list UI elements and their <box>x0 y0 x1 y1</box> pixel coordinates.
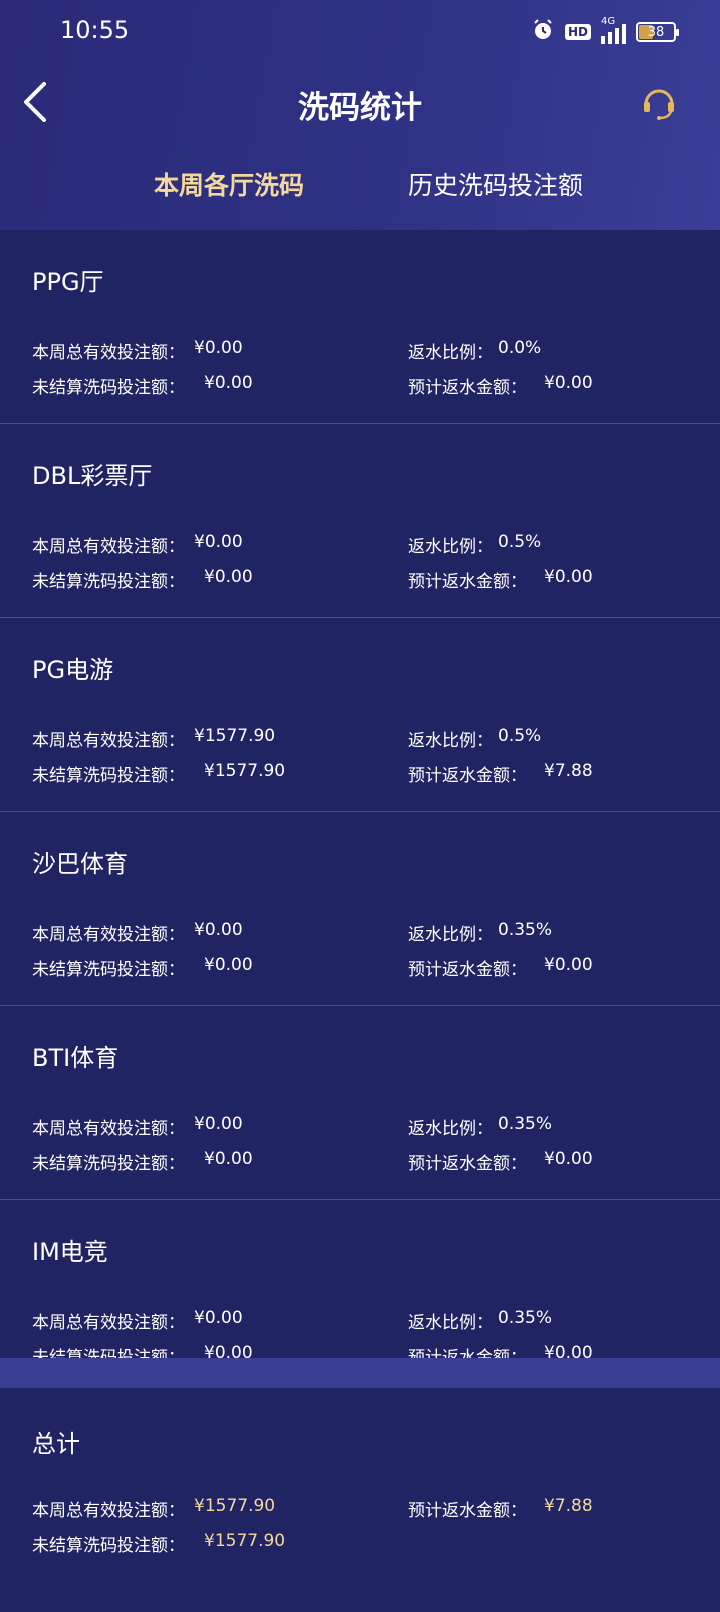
estimated-rebate-value: ¥0.00 <box>544 1343 593 1358</box>
weekly-valid-bet-value: ¥1577.90 <box>194 726 276 746</box>
unsettled-bet-value: ¥0.00 <box>204 1149 253 1169</box>
weekly-valid-bet-label: 本周总有效投注额： <box>32 925 185 945</box>
hall-card: PG电游 本周总有效投注额： ¥1577.90 未结算洗码投注额： ¥1577.… <box>0 618 720 812</box>
weekly-valid-bet-label: 本周总有效投注额： <box>32 1119 185 1139</box>
hall-card: BTI体育 本周总有效投注额： ¥0.00 未结算洗码投注额： ¥0.00 返水… <box>0 1006 720 1200</box>
estimated-rebate-value: ¥0.00 <box>544 1149 593 1169</box>
rebate-ratio-value: 0.35% <box>498 1114 553 1134</box>
weekly-valid-bet-value: ¥0.00 <box>194 1308 243 1328</box>
estimated-rebate-label: 预计返水金额： <box>408 960 527 980</box>
unsettled-bet-value: ¥0.00 <box>204 1343 253 1358</box>
unsettled-bet-label: 未结算洗码投注额： <box>32 960 185 980</box>
weekly-valid-bet-label: 本周总有效投注额： <box>32 343 185 363</box>
rebate-ratio-label: 返水比例： <box>408 343 493 363</box>
customer-service-button[interactable] <box>640 84 678 122</box>
estimated-rebate-value: ¥0.00 <box>544 567 593 587</box>
status-icons: HD 4G 38 <box>531 16 679 46</box>
page-title: 洗码统计 <box>298 90 422 126</box>
rebate-ratio-value: 0.35% <box>498 1308 553 1328</box>
hall-name: IM电竞 <box>32 1238 108 1266</box>
battery-icon: 38 <box>636 22 679 42</box>
summary-unsettled-bet-label: 未结算洗码投注额： <box>32 1536 185 1556</box>
unsettled-bet-label: 未结算洗码投注额： <box>32 766 185 786</box>
rebate-ratio-label: 返水比例： <box>408 731 493 751</box>
unsettled-bet-label: 未结算洗码投注额： <box>32 1348 185 1358</box>
battery-level: 38 <box>647 24 665 40</box>
estimated-rebate-value: ¥7.88 <box>544 761 593 781</box>
unsettled-bet-value: ¥1577.90 <box>204 761 286 781</box>
estimated-rebate-label: 预计返水金额： <box>408 572 527 592</box>
rebate-ratio-label: 返水比例： <box>408 537 493 557</box>
hall-name: 沙巴体育 <box>32 850 128 878</box>
tab-weekly-halls[interactable]: 本周各厅洗码 <box>154 166 304 202</box>
summary-weekly-valid-bet-value: ¥1577.90 <box>194 1496 276 1516</box>
hall-name: PPG厅 <box>32 268 104 296</box>
hall-name: BTI体育 <box>32 1044 119 1072</box>
rebate-ratio-label: 返水比例： <box>408 925 493 945</box>
rebate-ratio-value: 0.0% <box>498 338 542 358</box>
unsettled-bet-label: 未结算洗码投注额： <box>32 378 185 398</box>
weekly-valid-bet-value: ¥0.00 <box>194 920 243 940</box>
header-bar: 10:55 HD 4G 38 洗码统计 本周各厅洗码 历史洗码投注额 <box>0 0 720 230</box>
weekly-valid-bet-value: ¥0.00 <box>194 532 243 552</box>
status-time: 10:55 <box>60 16 130 44</box>
estimated-rebate-label: 预计返水金额： <box>408 1154 527 1174</box>
rebate-ratio-label: 返水比例： <box>408 1313 493 1333</box>
unsettled-bet-value: ¥0.00 <box>204 567 253 587</box>
summary-weekly-valid-bet-label: 本周总有效投注额： <box>32 1501 185 1521</box>
unsettled-bet-label: 未结算洗码投注额： <box>32 572 185 592</box>
hall-name: PG电游 <box>32 656 114 684</box>
alarm-icon <box>531 18 555 46</box>
hall-card: IM电竞 本周总有效投注额： ¥0.00 未结算洗码投注额： ¥0.00 返水比… <box>0 1200 720 1358</box>
weekly-valid-bet-value: ¥0.00 <box>194 1114 243 1134</box>
weekly-valid-bet-value: ¥0.00 <box>194 338 243 358</box>
network-type: 4G <box>601 16 616 27</box>
rebate-ratio-value: 0.35% <box>498 920 553 940</box>
unsettled-bet-label: 未结算洗码投注额： <box>32 1154 185 1174</box>
hall-card: DBL彩票厅 本周总有效投注额： ¥0.00 未结算洗码投注额： ¥0.00 返… <box>0 424 720 618</box>
headset-icon <box>644 89 674 120</box>
weekly-valid-bet-label: 本周总有效投注额： <box>32 537 185 557</box>
status-bar: 10:55 HD 4G 38 <box>0 0 720 66</box>
summary-unsettled-bet-value: ¥1577.90 <box>204 1531 286 1551</box>
tab-history[interactable]: 历史洗码投注额 <box>408 166 583 202</box>
rebate-ratio-value: 0.5% <box>498 726 542 746</box>
weekly-valid-bet-label: 本周总有效投注额： <box>32 731 185 751</box>
estimated-rebate-value: ¥0.00 <box>544 955 593 975</box>
hall-name: DBL彩票厅 <box>32 462 153 490</box>
summary-estimated-rebate-label: 预计返水金额： <box>408 1501 527 1521</box>
unsettled-bet-value: ¥0.00 <box>204 955 253 975</box>
hd-icon: HD <box>564 24 591 40</box>
summary-divider <box>0 1358 720 1388</box>
estimated-rebate-value: ¥0.00 <box>544 373 593 393</box>
weekly-valid-bet-label: 本周总有效投注额： <box>32 1313 185 1333</box>
estimated-rebate-label: 预计返水金额： <box>408 766 527 786</box>
signal-icon: 4G <box>601 16 626 44</box>
tab-bar: 本周各厅洗码 历史洗码投注额 <box>0 166 720 210</box>
rebate-ratio-value: 0.5% <box>498 532 542 552</box>
unsettled-bet-value: ¥0.00 <box>204 373 253 393</box>
summary-estimated-rebate-value: ¥7.88 <box>544 1496 593 1516</box>
summary-title: 总计 <box>32 1430 80 1458</box>
estimated-rebate-label: 预计返水金额： <box>408 378 527 398</box>
estimated-rebate-label: 预计返水金额： <box>408 1348 527 1358</box>
rebate-ratio-label: 返水比例： <box>408 1119 493 1139</box>
hall-card: PPG厅 本周总有效投注额： ¥0.00 未结算洗码投注额： ¥0.00 返水比… <box>0 230 720 424</box>
hall-list[interactable]: PPG厅 本周总有效投注额： ¥0.00 未结算洗码投注额： ¥0.00 返水比… <box>0 230 720 1358</box>
hall-card: 沙巴体育 本周总有效投注额： ¥0.00 未结算洗码投注额： ¥0.00 返水比… <box>0 812 720 1006</box>
summary-section: 总计 本周总有效投注额： ¥1577.90 未结算洗码投注额： ¥1577.90… <box>0 1388 720 1612</box>
